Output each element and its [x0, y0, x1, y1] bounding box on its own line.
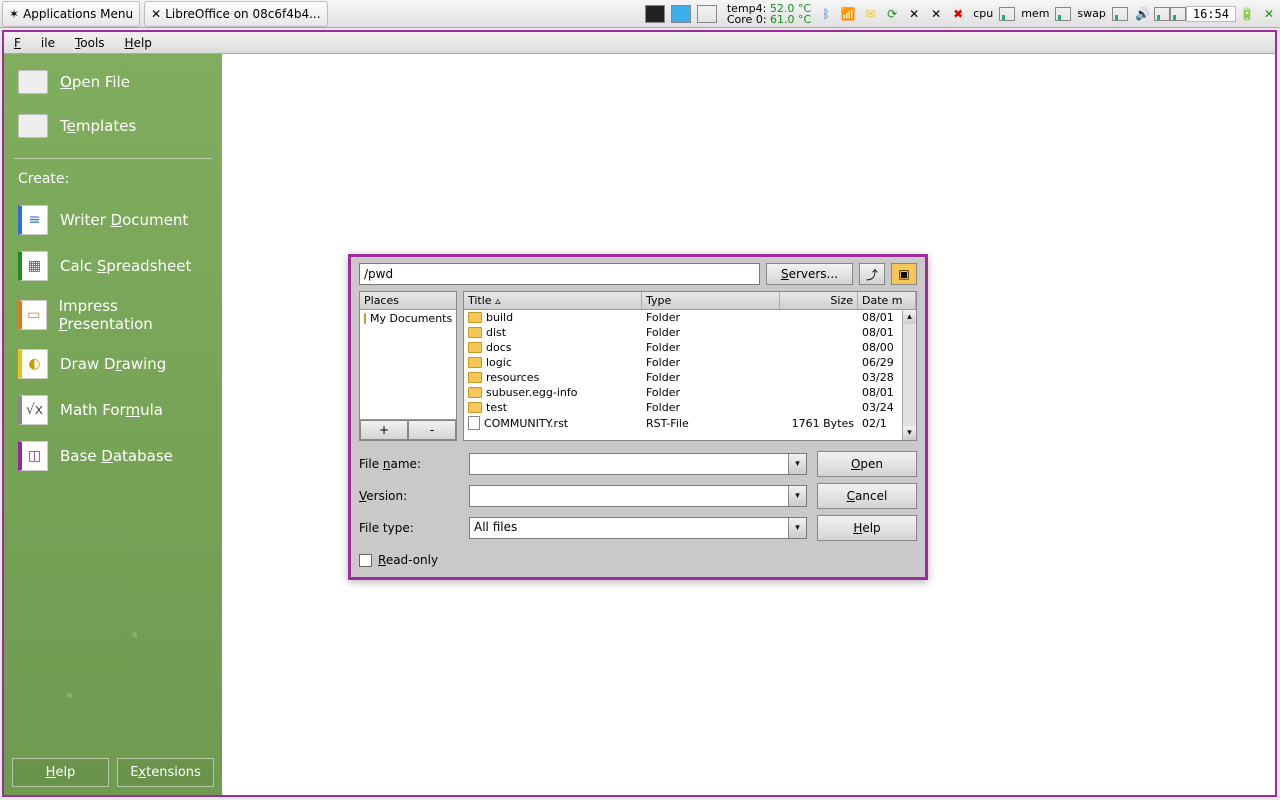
workspace-switcher[interactable]	[639, 5, 723, 23]
sidebar-help-button[interactable]: Help	[12, 758, 109, 787]
file-row[interactable]: COMMUNITY.rstRST-File1761 Bytes02/1	[464, 415, 916, 431]
chevron-down-icon[interactable]: ▾	[788, 518, 806, 538]
folder-icon	[468, 372, 482, 383]
create-impress[interactable]: ▭Impress Presentation	[4, 289, 222, 341]
network-icon[interactable]: 📶	[839, 5, 857, 23]
file-open-dialog: Servers... ⤴ ▣ Places My Documents + - T…	[348, 254, 928, 580]
filename-combo[interactable]: ▾	[469, 453, 807, 475]
workspace-3[interactable]	[697, 5, 717, 23]
document-icon	[468, 416, 480, 430]
scroll-down-button[interactable]: ▾	[903, 426, 916, 440]
new-folder-button[interactable]: ▣	[891, 263, 917, 285]
menu-tools[interactable]: Tools	[65, 36, 115, 50]
impress-icon: ▭	[18, 300, 47, 330]
file-row[interactable]: resourcesFolder03/28	[464, 370, 916, 385]
file-row[interactable]: subuser.egg-infoFolder08/01	[464, 385, 916, 400]
folder-open-icon	[18, 70, 48, 94]
clock[interactable]: 16:54	[1186, 6, 1236, 22]
templates-button[interactable]: Templates	[4, 104, 222, 148]
places-remove-button[interactable]: -	[408, 420, 456, 440]
base-icon: ◫	[18, 441, 48, 471]
battery-icon[interactable]: 🔋	[1238, 5, 1256, 23]
col-type[interactable]: Type	[642, 292, 780, 309]
system-monitor: cpu mem swap	[969, 7, 1132, 21]
calc-icon: ▦	[18, 251, 48, 281]
graph-1	[1154, 7, 1170, 21]
file-row[interactable]: testFolder03/24	[464, 400, 916, 415]
folder-icon	[468, 387, 482, 398]
filetype-combo[interactable]: All files▾	[469, 517, 807, 539]
system-panel: ✶ Applications Menu ✕ LibreOffice on 08c…	[0, 0, 1280, 28]
path-input[interactable]	[359, 263, 760, 285]
folder-icon	[468, 402, 482, 413]
places-header: Places	[360, 292, 456, 310]
create-calc[interactable]: ▦Calc Spreadsheet	[4, 243, 222, 289]
writer-icon: ≡	[18, 205, 48, 235]
readonly-checkbox[interactable]: Read-only	[359, 547, 917, 567]
help-button[interactable]: Help	[817, 515, 917, 541]
libreoffice-icon: ✕	[151, 7, 161, 21]
sync-icon[interactable]: ⟳	[883, 5, 901, 23]
filetype-label: File type:	[359, 521, 459, 535]
applications-menu-button[interactable]: ✶ Applications Menu	[2, 1, 140, 27]
file-row[interactable]: logicFolder06/29	[464, 355, 916, 370]
draw-icon: ◐	[18, 349, 48, 379]
bluetooth-icon[interactable]: ᛒ	[817, 5, 835, 23]
checkbox-icon	[359, 554, 372, 567]
version-combo[interactable]: ▾	[469, 485, 807, 507]
xfce-icon: ✶	[9, 7, 19, 21]
menu-help[interactable]: Help	[115, 36, 162, 50]
create-math[interactable]: √xMath Formula	[4, 387, 222, 433]
file-list-scrollbar[interactable]: ▴ ▾	[902, 310, 916, 440]
places-panel: Places My Documents + -	[359, 291, 457, 441]
open-file-button[interactable]: Open File	[4, 60, 222, 104]
taskbar-item-libreoffice[interactable]: ✕ LibreOffice on 08c6f4b4...	[144, 1, 327, 27]
places-my-documents[interactable]: My Documents	[360, 310, 456, 327]
open-button[interactable]: Open	[817, 451, 917, 477]
menu-file[interactable]: File	[4, 36, 65, 50]
cancel-button[interactable]: Cancel	[817, 483, 917, 509]
scroll-up-button[interactable]: ▴	[903, 310, 916, 324]
col-size[interactable]: Size	[780, 292, 858, 309]
folder-icon	[468, 312, 482, 323]
graph-2	[1170, 7, 1186, 21]
volume-icon[interactable]: 🔊	[1134, 5, 1152, 23]
create-label: Create:	[4, 163, 222, 191]
filename-label: File name:	[359, 457, 459, 471]
servers-button[interactable]: Servers...	[766, 263, 853, 285]
col-date[interactable]: Date m	[858, 292, 916, 309]
file-row[interactable]: docsFolder08/00	[464, 340, 916, 355]
file-row[interactable]: buildFolder08/01	[464, 310, 916, 325]
create-writer[interactable]: ≡Writer Document	[4, 197, 222, 243]
chevron-down-icon[interactable]: ▾	[788, 486, 806, 506]
close-icon[interactable]: ✖	[949, 5, 967, 23]
templates-icon	[18, 114, 48, 138]
x-icon-1[interactable]: ✕	[905, 5, 923, 23]
file-row[interactable]: distFolder08/01	[464, 325, 916, 340]
menubar: File Tools Help	[4, 32, 1275, 54]
folder-icon	[468, 357, 482, 368]
create-draw[interactable]: ◐Draw Drawing	[4, 341, 222, 387]
math-icon: √x	[18, 395, 48, 425]
folder-icon	[364, 313, 366, 324]
sidebar-extensions-button[interactable]: Extensions	[117, 758, 214, 787]
places-add-button[interactable]: +	[360, 420, 408, 440]
x-icon-2[interactable]: ✕	[927, 5, 945, 23]
menu-icon[interactable]: ✕	[1260, 5, 1278, 23]
applications-menu-label: Applications Menu	[23, 7, 133, 21]
version-label: Version:	[359, 489, 459, 503]
folder-icon	[468, 327, 482, 338]
workspace-1[interactable]	[645, 5, 665, 23]
file-list: Title ▵ Type Size Date m buildFolder08/0…	[463, 291, 917, 441]
start-center-sidebar: Open File Templates Create: ≡Writer Docu…	[4, 54, 222, 795]
chevron-down-icon[interactable]: ▾	[788, 454, 806, 474]
mail-icon[interactable]: ✉	[861, 5, 879, 23]
up-folder-button[interactable]: ⤴	[859, 263, 885, 285]
folder-icon	[468, 342, 482, 353]
temperature-monitor: temp4: 52.0 °C Core 0: 61.0 °C	[723, 3, 815, 25]
task-label: LibreOffice on 08c6f4b4...	[165, 7, 320, 21]
workspace-2[interactable]	[671, 5, 691, 23]
create-base[interactable]: ◫Base Database	[4, 433, 222, 479]
col-title[interactable]: Title ▵	[464, 292, 642, 309]
